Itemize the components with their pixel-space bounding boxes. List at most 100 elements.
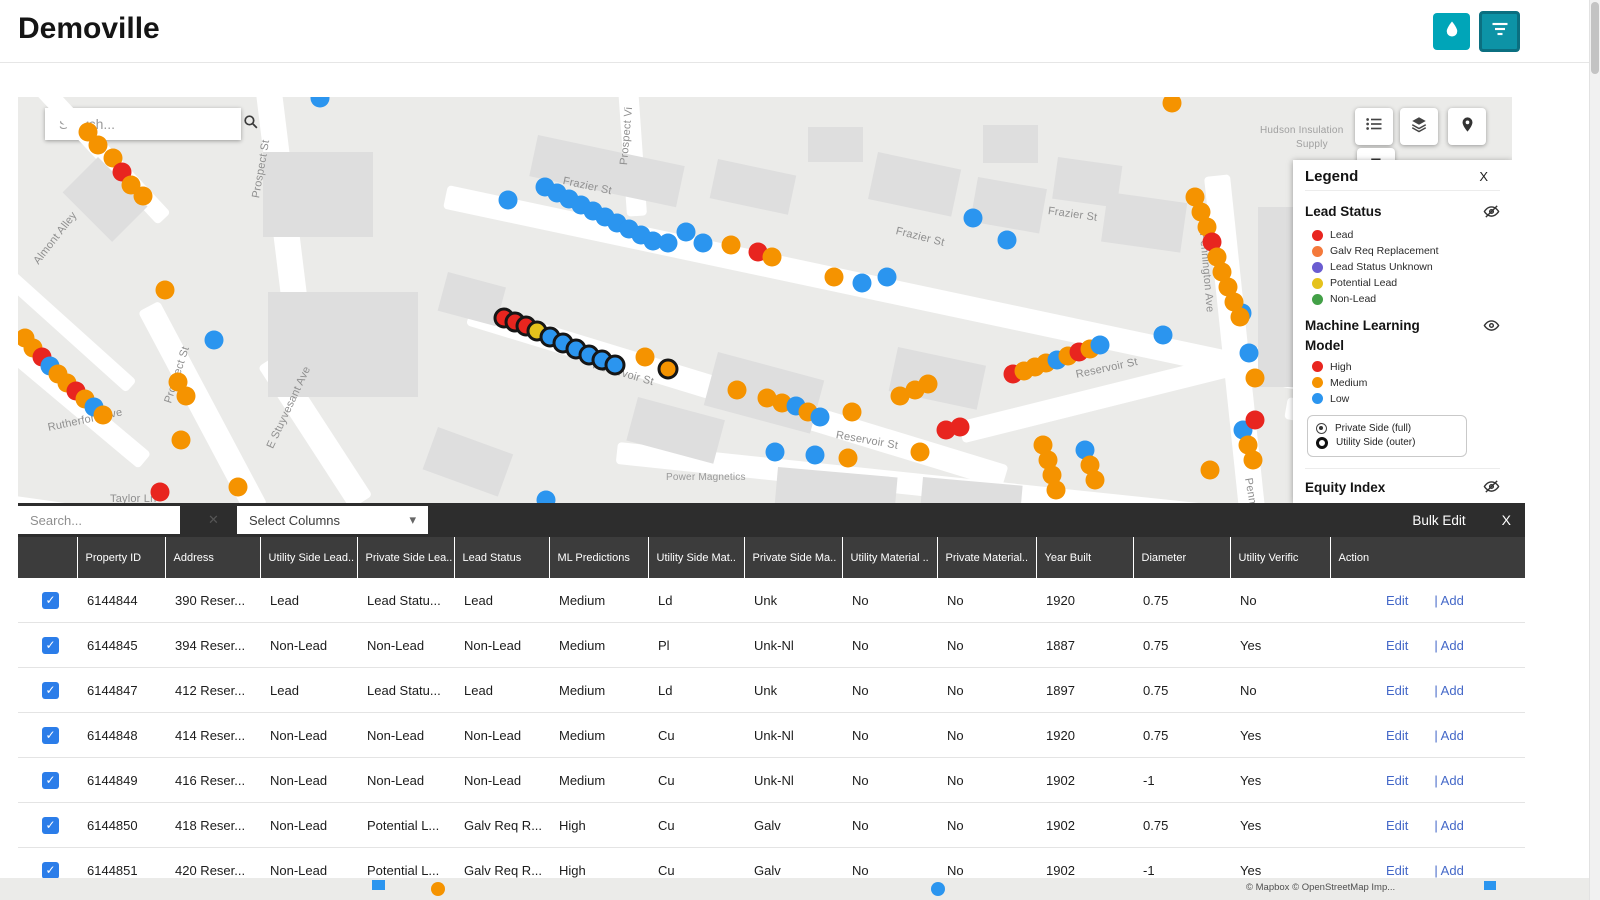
map-marker[interactable] <box>677 223 696 242</box>
map-marker[interactable] <box>1240 344 1259 363</box>
edit-link[interactable]: Edit <box>1386 863 1408 878</box>
close-table-button[interactable]: X <box>1502 512 1511 528</box>
map-marker[interactable] <box>811 408 830 427</box>
map-marker[interactable] <box>172 431 191 450</box>
row-checkbox[interactable]: ✓ <box>42 682 59 699</box>
layers-button[interactable] <box>1400 108 1438 145</box>
map-marker[interactable] <box>853 274 872 293</box>
column-header[interactable]: Diameter <box>1133 537 1230 578</box>
map-marker[interactable] <box>825 268 844 287</box>
map-marker[interactable] <box>878 268 897 287</box>
map-marker[interactable] <box>151 483 170 502</box>
map-marker[interactable] <box>1163 97 1182 113</box>
edit-link[interactable]: Edit <box>1386 638 1408 653</box>
map-marker[interactable] <box>766 443 785 462</box>
row-checkbox[interactable]: ✓ <box>42 637 59 654</box>
map-marker[interactable] <box>1091 336 1110 355</box>
table-search-box[interactable]: ✕ <box>18 506 180 534</box>
edit-link[interactable]: Edit <box>1386 818 1408 833</box>
radio-option[interactable]: Utility Side (outer) <box>1316 437 1458 449</box>
list-view-button[interactable] <box>1355 108 1393 145</box>
clear-search-icon[interactable]: ✕ <box>208 512 219 528</box>
map-marker[interactable] <box>1244 451 1263 470</box>
marker-mode-button[interactable] <box>1448 108 1486 145</box>
map-marker[interactable] <box>1246 369 1265 388</box>
edit-link[interactable]: Edit <box>1386 683 1408 698</box>
row-checkbox[interactable]: ✓ <box>42 817 59 834</box>
column-header[interactable]: ML Predictions <box>549 537 648 578</box>
map-canvas[interactable]: Σ Prospect StProspect StAlmont AlleyRuth… <box>18 97 1512 503</box>
column-header[interactable]: Property ID <box>77 537 165 578</box>
map-marker[interactable] <box>537 491 556 504</box>
map-marker[interactable] <box>229 478 248 497</box>
map-marker[interactable] <box>1154 326 1173 345</box>
column-header[interactable]: Utility Verific <box>1230 537 1330 578</box>
bulk-edit-button[interactable]: Bulk Edit <box>1412 513 1465 528</box>
map-marker[interactable] <box>1086 471 1105 490</box>
column-header[interactable]: Year Built <box>1036 537 1133 578</box>
map-marker[interactable] <box>722 236 741 255</box>
map-marker[interactable] <box>156 281 175 300</box>
column-header[interactable]: Private Material.. <box>937 537 1036 578</box>
map-marker[interactable] <box>605 355 626 376</box>
map-marker[interactable] <box>205 331 224 350</box>
map-marker[interactable] <box>134 187 153 206</box>
equity-eye-off-icon[interactable] <box>1483 478 1500 500</box>
map-marker[interactable] <box>839 449 858 468</box>
column-header[interactable]: Private Side Lea.. <box>357 537 454 578</box>
map-marker[interactable] <box>177 387 196 406</box>
filter-button[interactable] <box>1479 11 1520 52</box>
map-marker[interactable] <box>728 381 747 400</box>
map-marker[interactable] <box>911 443 930 462</box>
map-marker[interactable] <box>998 231 1017 250</box>
column-header[interactable] <box>18 537 77 578</box>
map-marker[interactable] <box>658 359 679 380</box>
table-search-input[interactable] <box>28 512 208 529</box>
column-header[interactable]: Lead Status <box>454 537 549 578</box>
column-header[interactable]: Utility Side Lead.. <box>260 537 357 578</box>
edit-link[interactable]: Edit <box>1386 773 1408 788</box>
row-checkbox[interactable]: ✓ <box>42 862 59 879</box>
column-header[interactable]: Action <box>1330 537 1525 578</box>
map-marker[interactable] <box>311 97 330 108</box>
add-link[interactable]: | Add <box>1434 593 1463 608</box>
edit-link[interactable]: Edit <box>1386 728 1408 743</box>
map-marker[interactable] <box>1047 481 1066 500</box>
legend-close-button[interactable]: X <box>1479 169 1500 184</box>
map-marker[interactable] <box>843 403 862 422</box>
add-link[interactable]: | Add <box>1434 638 1463 653</box>
map-marker[interactable] <box>1246 411 1265 430</box>
map-marker[interactable] <box>636 348 655 367</box>
map-marker[interactable] <box>964 209 983 228</box>
map-marker[interactable] <box>806 446 825 465</box>
column-header[interactable]: Utility Side Mat.. <box>648 537 744 578</box>
eye-icon[interactable] <box>1483 317 1500 339</box>
row-checkbox[interactable]: ✓ <box>42 727 59 744</box>
map-marker[interactable] <box>951 418 970 437</box>
row-checkbox[interactable]: ✓ <box>42 592 59 609</box>
add-link[interactable]: | Add <box>1434 773 1463 788</box>
map-marker[interactable] <box>94 406 113 425</box>
add-link[interactable]: | Add <box>1434 818 1463 833</box>
eye-off-icon[interactable] <box>1483 203 1500 225</box>
map-marker[interactable] <box>919 375 938 394</box>
add-link[interactable]: | Add <box>1434 863 1463 878</box>
column-header[interactable]: Address <box>165 537 260 578</box>
water-drop-button[interactable] <box>1433 13 1470 50</box>
map-marker[interactable] <box>1201 461 1220 480</box>
column-header[interactable]: Private Side Ma.. <box>744 537 842 578</box>
add-link[interactable]: | Add <box>1434 728 1463 743</box>
map-marker[interactable] <box>499 191 518 210</box>
map-marker[interactable] <box>659 234 678 253</box>
vertical-scrollbar[interactable] <box>1589 0 1600 900</box>
map-marker[interactable] <box>694 234 713 253</box>
select-columns-dropdown[interactable]: Select Columns ▾ <box>237 506 428 534</box>
map-marker[interactable] <box>763 248 782 267</box>
row-checkbox[interactable]: ✓ <box>42 772 59 789</box>
map-marker[interactable] <box>1231 308 1250 327</box>
radio-option[interactable]: Private Side (full) <box>1316 423 1458 434</box>
add-link[interactable]: | Add <box>1434 683 1463 698</box>
column-header[interactable]: Utility Material .. <box>842 537 937 578</box>
scrollbar-thumb[interactable] <box>1591 2 1599 74</box>
search-icon[interactable] <box>242 113 259 135</box>
